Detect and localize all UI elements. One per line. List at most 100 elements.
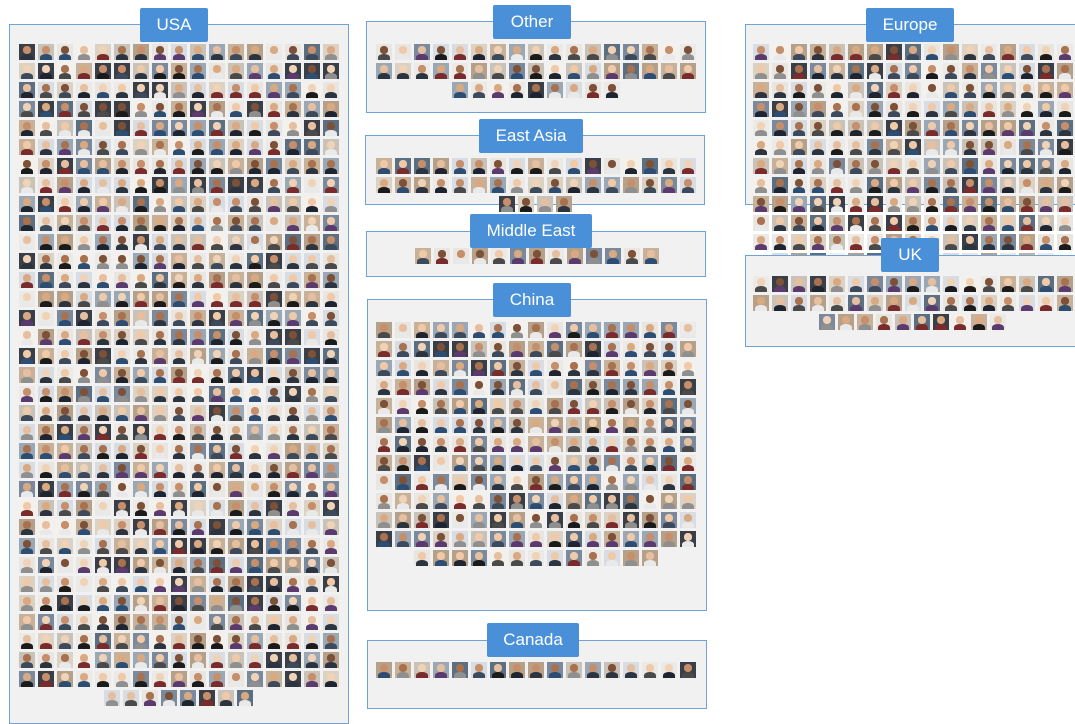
person-thumbnail[interactable] [95, 310, 111, 326]
person-thumbnail[interactable] [209, 386, 225, 402]
person-thumbnail[interactable] [190, 424, 206, 440]
person-thumbnail[interactable] [38, 671, 54, 687]
person-thumbnail[interactable] [1038, 120, 1054, 136]
person-thumbnail[interactable] [285, 63, 301, 79]
person-thumbnail[interactable] [518, 196, 534, 212]
person-thumbnail[interactable] [247, 63, 263, 79]
person-thumbnail[interactable] [753, 44, 769, 60]
person-thumbnail[interactable] [566, 531, 582, 547]
person-thumbnail[interactable] [471, 455, 487, 471]
person-thumbnail[interactable] [661, 493, 677, 509]
person-thumbnail[interactable] [304, 63, 320, 79]
person-thumbnail[interactable] [285, 139, 301, 155]
person-thumbnail[interactable] [547, 531, 563, 547]
person-thumbnail[interactable] [471, 341, 487, 357]
person-thumbnail[interactable] [981, 63, 997, 79]
person-thumbnail[interactable] [471, 63, 487, 79]
person-thumbnail[interactable] [376, 493, 392, 509]
person-thumbnail[interactable] [791, 177, 807, 193]
person-thumbnail[interactable] [76, 82, 92, 98]
person-thumbnail[interactable] [114, 386, 130, 402]
person-thumbnail[interactable] [490, 158, 506, 174]
person-thumbnail[interactable] [190, 671, 206, 687]
person-thumbnail[interactable] [642, 177, 658, 193]
person-thumbnail[interactable] [642, 474, 658, 490]
person-thumbnail[interactable] [772, 82, 788, 98]
person-thumbnail[interactable] [376, 398, 392, 414]
person-thumbnail[interactable] [285, 595, 301, 611]
person-thumbnail[interactable] [285, 576, 301, 592]
person-thumbnail[interactable] [943, 139, 959, 155]
person-thumbnail[interactable] [190, 196, 206, 212]
person-thumbnail[interactable] [471, 360, 487, 376]
person-thumbnail[interactable] [266, 614, 282, 630]
person-thumbnail[interactable] [1000, 44, 1016, 60]
person-thumbnail[interactable] [38, 386, 54, 402]
person-thumbnail[interactable] [266, 481, 282, 497]
person-thumbnail[interactable] [95, 120, 111, 136]
person-thumbnail[interactable] [76, 272, 92, 288]
person-thumbnail[interactable] [190, 120, 206, 136]
person-thumbnail[interactable] [414, 177, 430, 193]
person-thumbnail[interactable] [95, 557, 111, 573]
person-thumbnail[interactable] [981, 177, 997, 193]
person-thumbnail[interactable] [680, 493, 696, 509]
person-thumbnail[interactable] [38, 44, 54, 60]
person-thumbnail[interactable] [247, 139, 263, 155]
person-thumbnail[interactable] [395, 63, 411, 79]
person-thumbnail[interactable] [133, 44, 149, 60]
person-thumbnail[interactable] [547, 398, 563, 414]
person-thumbnail[interactable] [867, 63, 883, 79]
person-thumbnail[interactable] [95, 614, 111, 630]
person-thumbnail[interactable] [266, 405, 282, 421]
person-thumbnail[interactable] [133, 348, 149, 364]
person-thumbnail[interactable] [623, 379, 639, 395]
person-thumbnail[interactable] [642, 398, 658, 414]
person-thumbnail[interactable] [304, 538, 320, 554]
person-thumbnail[interactable] [228, 424, 244, 440]
person-thumbnail[interactable] [323, 196, 339, 212]
person-thumbnail[interactable] [452, 474, 468, 490]
person-thumbnail[interactable] [171, 82, 187, 98]
person-thumbnail[interactable] [414, 417, 430, 433]
person-thumbnail[interactable] [547, 493, 563, 509]
person-thumbnail[interactable] [886, 63, 902, 79]
person-thumbnail[interactable] [228, 576, 244, 592]
person-thumbnail[interactable] [323, 101, 339, 117]
person-thumbnail[interactable] [605, 248, 621, 264]
person-thumbnail[interactable] [171, 63, 187, 79]
person-thumbnail[interactable] [285, 538, 301, 554]
person-thumbnail[interactable] [285, 196, 301, 212]
person-thumbnail[interactable] [38, 595, 54, 611]
person-thumbnail[interactable] [753, 139, 769, 155]
person-thumbnail[interactable] [867, 101, 883, 117]
person-thumbnail[interactable] [905, 276, 921, 292]
person-thumbnail[interactable] [142, 690, 158, 706]
person-thumbnail[interactable] [209, 424, 225, 440]
person-thumbnail[interactable] [247, 595, 263, 611]
person-thumbnail[interactable] [943, 215, 959, 231]
person-thumbnail[interactable] [661, 531, 677, 547]
person-thumbnail[interactable] [642, 531, 658, 547]
person-thumbnail[interactable] [1038, 295, 1054, 311]
person-thumbnail[interactable] [604, 322, 620, 338]
person-thumbnail[interactable] [304, 101, 320, 117]
person-thumbnail[interactable] [886, 196, 902, 212]
person-thumbnail[interactable] [509, 398, 525, 414]
person-thumbnail[interactable] [905, 82, 921, 98]
person-thumbnail[interactable] [95, 291, 111, 307]
person-thumbnail[interactable] [1057, 63, 1073, 79]
person-thumbnail[interactable] [490, 341, 506, 357]
person-thumbnail[interactable] [886, 120, 902, 136]
person-thumbnail[interactable] [171, 329, 187, 345]
person-thumbnail[interactable] [490, 531, 506, 547]
person-thumbnail[interactable] [190, 348, 206, 364]
person-thumbnail[interactable] [19, 595, 35, 611]
person-thumbnail[interactable] [133, 671, 149, 687]
person-thumbnail[interactable] [1019, 82, 1035, 98]
person-thumbnail[interactable] [471, 531, 487, 547]
person-thumbnail[interactable] [285, 234, 301, 250]
person-thumbnail[interactable] [323, 481, 339, 497]
person-thumbnail[interactable] [266, 291, 282, 307]
person-thumbnail[interactable] [57, 120, 73, 136]
